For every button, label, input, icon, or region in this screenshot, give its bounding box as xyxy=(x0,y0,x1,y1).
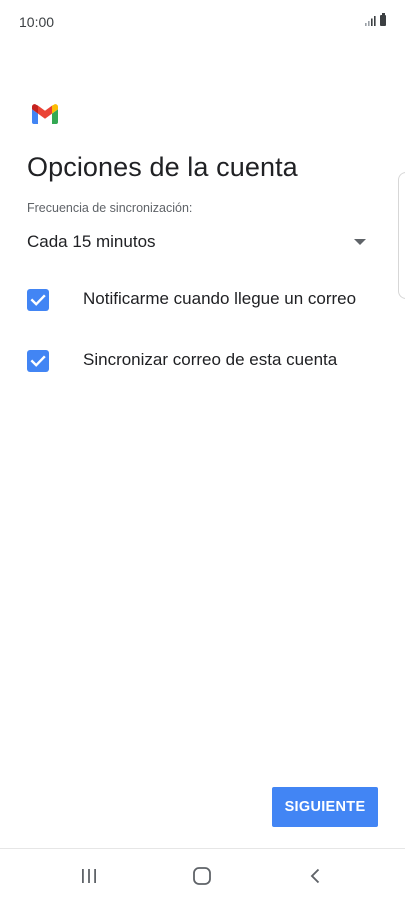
status-bar: 10:00 xyxy=(0,0,405,46)
recents-icon xyxy=(82,869,96,883)
navigation-bar xyxy=(0,849,405,902)
notify-new-mail-checkbox[interactable] xyxy=(27,289,49,311)
status-icons xyxy=(365,13,386,26)
sync-account-mail-option[interactable]: Sincronizar correo de esta cuenta xyxy=(27,348,387,374)
next-button[interactable]: SIGUIENTE xyxy=(272,787,378,827)
edge-panel-handle[interactable] xyxy=(398,172,405,299)
recents-button[interactable] xyxy=(69,861,109,891)
sync-frequency-value: Cada 15 minutos xyxy=(27,232,156,251)
checkmark-icon xyxy=(30,355,46,367)
battery-icon xyxy=(380,13,386,26)
sync-frequency-dropdown[interactable]: Cada 15 minutos xyxy=(27,228,372,258)
status-time: 10:00 xyxy=(19,14,55,30)
gmail-logo xyxy=(32,104,58,124)
checkmark-icon xyxy=(30,294,46,306)
home-button[interactable] xyxy=(182,861,222,891)
sync-account-mail-label: Sincronizar correo de esta cuenta xyxy=(83,350,338,369)
sync-account-mail-checkbox[interactable] xyxy=(27,350,49,372)
home-icon xyxy=(193,867,211,885)
back-button[interactable] xyxy=(296,861,336,891)
notify-new-mail-option[interactable]: Notificarme cuando llegue un correo xyxy=(27,287,387,313)
back-icon xyxy=(310,868,320,884)
page-title: Opciones de la cuenta xyxy=(27,152,298,182)
dropdown-arrow-icon xyxy=(354,239,366,245)
sync-frequency-label: Frecuencia de sincronización: xyxy=(27,201,193,215)
notify-new-mail-label: Notificarme cuando llegue un correo xyxy=(83,289,357,308)
signal-icon xyxy=(365,16,376,26)
